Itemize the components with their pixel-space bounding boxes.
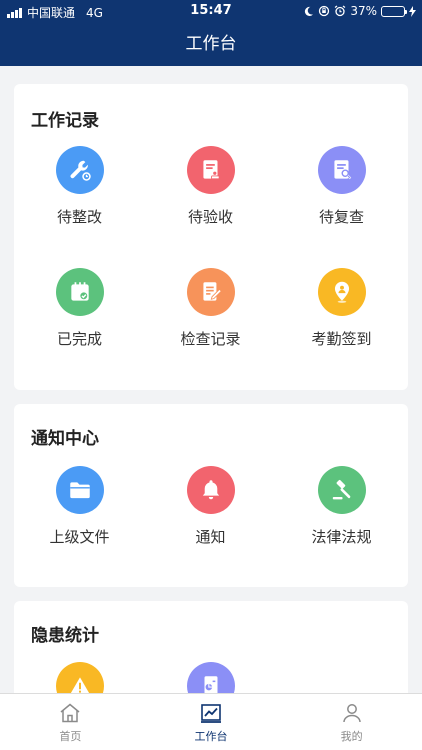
item-hazard-warning[interactable] <box>14 662 145 693</box>
section-title: 通知中心 <box>31 429 99 449</box>
item-completed[interactable]: 已完成 <box>14 268 145 349</box>
gavel-icon <box>317 466 366 514</box>
item-label: 待验收 <box>187 208 233 226</box>
rotation-lock-icon <box>319 5 330 17</box>
item-label: 考勤签到 <box>311 330 372 348</box>
battery-percent: 37% <box>350 4 377 18</box>
moon-icon <box>305 6 314 16</box>
item-pending-review[interactable]: 待复查 <box>276 146 407 227</box>
section-work-records: 工作记录 待整改 待验收 待复查 已完成 检查记录 考勤签到 <box>14 84 408 390</box>
document-edit-icon <box>186 268 235 316</box>
folder-icon <box>55 466 104 514</box>
wrench-icon <box>55 146 104 194</box>
nav-bar: 工作台 <box>0 22 422 66</box>
alarm-icon <box>334 5 346 17</box>
item-superior-files[interactable]: 上级文件 <box>14 466 145 547</box>
home-icon <box>60 703 80 723</box>
item-label: 已完成 <box>56 330 102 348</box>
item-label: 待整改 <box>56 208 102 226</box>
item-hazard-report[interactable] <box>145 662 276 693</box>
tab-home[interactable]: 首页 <box>0 694 141 750</box>
status-bar: 中国联通 4G 15:47 37% <box>0 0 422 22</box>
tab-label: 首页 <box>59 730 82 743</box>
section-title: 工作记录 <box>31 111 99 131</box>
tab-bar: 首页 工作台 我的 <box>0 693 422 750</box>
document-search-icon <box>317 146 366 194</box>
item-pending-rectify[interactable]: 待整改 <box>14 146 145 227</box>
document-stats-icon <box>186 662 235 693</box>
battery-icon <box>381 5 407 17</box>
section-notification-center: 通知中心 上级文件 通知 法律法规 <box>14 404 408 587</box>
calendar-check-icon <box>55 268 104 316</box>
item-label: 法律法规 <box>311 528 372 546</box>
item-label: 上级文件 <box>49 528 110 546</box>
status-right: 37% <box>303 4 416 18</box>
charging-icon <box>409 5 416 17</box>
item-label: 待复查 <box>318 208 364 226</box>
item-label: 通知 <box>195 528 226 546</box>
item-pending-accept[interactable]: 待验收 <box>145 146 276 227</box>
main-content[interactable]: 工作记录 待整改 待验收 待复查 已完成 检查记录 考勤签到 通知中心 上级文件… <box>0 66 422 693</box>
section-hazard-stats: 隐患统计 <box>14 601 408 693</box>
item-inspection-records[interactable]: 检查记录 <box>145 268 276 349</box>
tab-workbench[interactable]: 工作台 <box>141 694 282 750</box>
item-notice[interactable]: 通知 <box>145 466 276 547</box>
chart-icon <box>201 704 221 723</box>
page-title: 工作台 <box>185 34 237 54</box>
location-pin-icon <box>317 268 366 316</box>
item-laws-regulations[interactable]: 法律法规 <box>276 466 407 547</box>
document-stamp-icon <box>186 146 235 194</box>
tab-label: 我的 <box>340 730 363 743</box>
bell-icon <box>186 466 235 514</box>
item-attendance[interactable]: 考勤签到 <box>276 268 407 349</box>
tab-label: 工作台 <box>194 730 228 743</box>
section-title: 隐患统计 <box>31 626 99 646</box>
item-label: 检查记录 <box>180 330 241 348</box>
user-icon <box>342 704 361 723</box>
tab-mine[interactable]: 我的 <box>281 694 422 750</box>
warning-icon <box>55 662 104 693</box>
